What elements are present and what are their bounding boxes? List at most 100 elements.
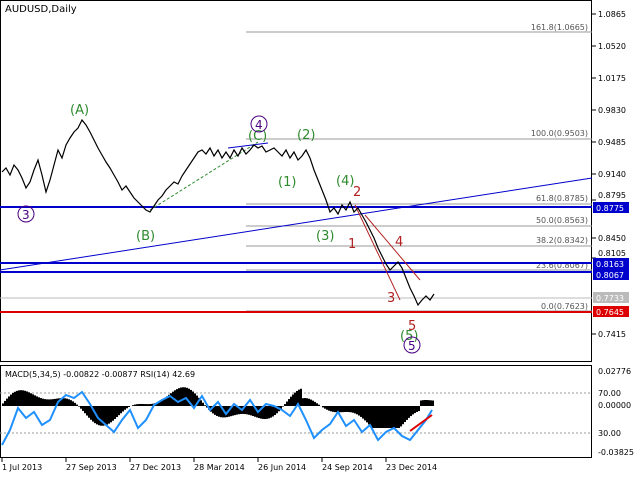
macd-bar xyxy=(12,392,14,406)
macd-bar xyxy=(418,406,420,412)
price-badge-label: 0.7645 xyxy=(596,308,624,317)
macd-bar xyxy=(334,406,336,413)
fib-label-618: 61.8(0.8785) xyxy=(536,194,588,203)
macd-bar xyxy=(150,403,152,406)
macd-bar xyxy=(132,405,134,406)
macd-bar xyxy=(270,406,272,418)
circle-wave-label-5: 5 xyxy=(408,339,416,353)
time-tick: 28 Mar 2014 xyxy=(194,463,245,472)
macd-bar xyxy=(398,406,400,428)
macd-bar xyxy=(40,398,42,406)
price-tick: 0.9485 xyxy=(598,138,626,147)
macd-bar xyxy=(180,387,182,406)
macd-bar xyxy=(264,406,266,420)
macd-bar xyxy=(310,399,312,406)
price-badge-label: 0.8163 xyxy=(596,260,624,269)
macd-bar xyxy=(324,406,326,409)
macd-bar xyxy=(22,390,24,406)
macd-bar xyxy=(328,406,330,411)
macd-bar xyxy=(98,406,100,426)
macd-bar xyxy=(322,406,324,408)
macd-bar xyxy=(332,406,334,412)
macd-bar xyxy=(182,387,184,406)
fib-label-100: 100.0(0.9503) xyxy=(531,129,588,138)
macd-bar xyxy=(294,392,296,406)
indicator-title: MACD(5,34,5) -0.00822 -0.00877 RSI(14) 4… xyxy=(5,370,195,379)
macd-bar xyxy=(26,391,28,406)
macd-bar xyxy=(426,400,428,406)
macd-bar xyxy=(412,406,414,415)
price-badge-label: 0.8775 xyxy=(596,204,624,213)
macd-bar xyxy=(144,404,146,406)
macd-bar xyxy=(268,406,270,419)
macd-bar xyxy=(360,406,362,417)
subwave-label-4: 4 xyxy=(395,235,403,250)
time-tick: 27 Sep 2013 xyxy=(66,463,117,472)
macd-bar xyxy=(120,406,122,414)
price-tick: 0.9140 xyxy=(598,170,626,179)
price-tick: 0.7415 xyxy=(598,330,626,339)
macd-bar xyxy=(8,396,10,406)
macd-bar xyxy=(218,406,220,417)
fib-label-50: 50.0(0.8563) xyxy=(536,216,588,225)
macd-bar xyxy=(368,406,370,425)
wave-label-A: (A) xyxy=(70,103,89,118)
macd-bar xyxy=(272,406,274,417)
indicator-tick: 0.00000 xyxy=(598,401,631,410)
macd-bar xyxy=(200,400,202,406)
macd-bar xyxy=(364,406,366,421)
macd-bar xyxy=(70,400,72,406)
macd-bar xyxy=(72,401,74,406)
macd-bar xyxy=(422,400,424,406)
price-tick: 1.0175 xyxy=(598,74,626,83)
macd-bar xyxy=(318,404,320,406)
macd-bar xyxy=(380,406,382,428)
macd-bar xyxy=(344,406,346,412)
macd-bar xyxy=(80,406,82,409)
macd-bar xyxy=(108,406,110,424)
macd-bar xyxy=(50,399,52,406)
macd-bar xyxy=(416,406,418,412)
macd-bar xyxy=(282,406,284,407)
macd-bar xyxy=(216,406,218,416)
macd-bar xyxy=(124,406,126,410)
macd-bar xyxy=(394,406,396,428)
macd-bar xyxy=(86,406,88,416)
macd-bar xyxy=(378,406,380,428)
fib-label-382: 38.2(0.8342) xyxy=(536,236,588,245)
macd-bar xyxy=(128,406,130,408)
macd-bar xyxy=(82,406,84,411)
macd-bar xyxy=(292,394,294,406)
macd-bar xyxy=(68,399,70,406)
macd-bar xyxy=(370,406,372,427)
price-tick: 0.9830 xyxy=(598,106,626,115)
macd-bar xyxy=(214,406,216,415)
price-tick: 0.8795 xyxy=(598,191,626,200)
macd-bar xyxy=(48,399,50,406)
price-chart-window[interactable]: AUDUSD,Daily 161.8(1.0665) 100.0(0.9503)… xyxy=(0,0,640,480)
macd-bar xyxy=(34,395,36,406)
macd-bar xyxy=(78,406,80,407)
macd-bar xyxy=(84,406,86,414)
macd-bar xyxy=(36,396,38,406)
macd-bar xyxy=(46,399,48,406)
macd-bar xyxy=(326,406,328,410)
macd-bar xyxy=(178,388,180,406)
macd-bar xyxy=(100,406,102,426)
macd-bar xyxy=(352,406,354,413)
fib-label-161: 161.8(1.0665) xyxy=(531,23,588,32)
macd-bar xyxy=(74,402,76,406)
macd-bar xyxy=(366,406,368,423)
macd-bar xyxy=(410,406,412,417)
macd-bar xyxy=(64,398,66,406)
macd-bar xyxy=(114,406,116,419)
macd-bar xyxy=(252,406,254,417)
symbol-title: AUDUSD,Daily xyxy=(5,4,77,15)
macd-bar xyxy=(290,396,292,406)
macd-bar xyxy=(348,406,350,413)
macd-bar xyxy=(390,406,392,428)
macd-bar xyxy=(340,406,342,413)
macd-bar xyxy=(52,399,54,406)
price-tick: 1.0865 xyxy=(598,10,626,19)
macd-bar xyxy=(420,400,422,406)
